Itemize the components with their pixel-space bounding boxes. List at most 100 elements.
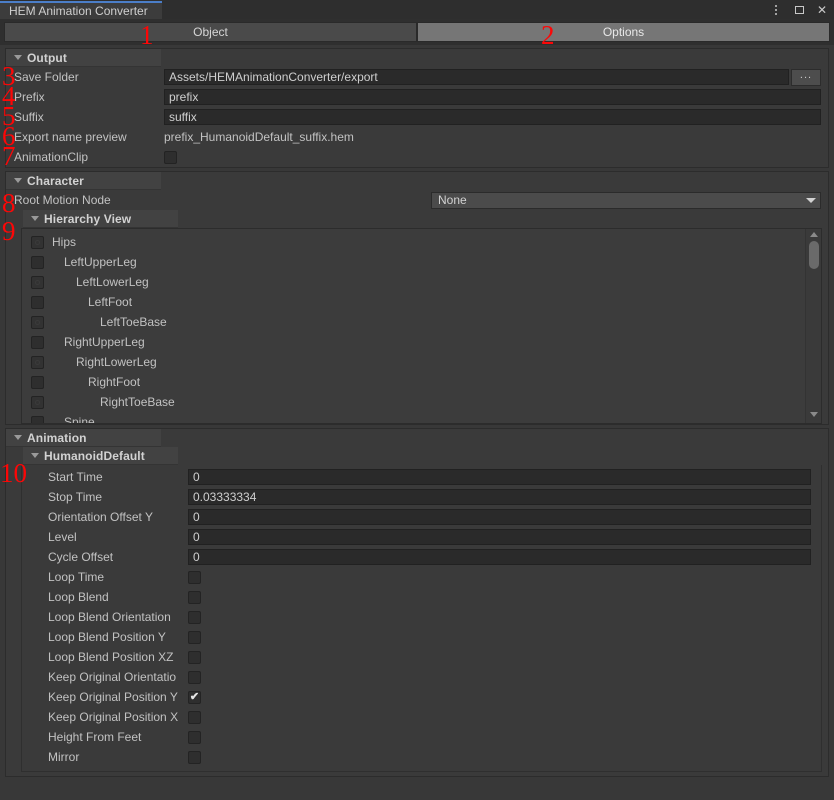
suffix-input[interactable]: suffix [164,109,821,125]
browse-folder-button[interactable]: ... [791,69,821,86]
root-motion-node-dropdown[interactable]: None [431,192,821,209]
scrollbar-thumb[interactable] [809,241,819,269]
hierarchy-view-header[interactable]: Hierarchy View [23,210,178,228]
animation-toggle-checkbox[interactable]: ✔ [188,691,201,704]
hierarchy-node-row[interactable]: LeftToeBase [22,312,805,332]
animation-number-fields: Start Time0Stop Time0.03333334Orientatio… [22,467,821,567]
maximize-icon[interactable] [792,3,806,17]
animationclip-checkbox[interactable] [164,151,177,164]
hierarchy-node-checkbox[interactable] [31,336,44,349]
tab-options-label: Options [603,25,644,39]
root-motion-node-value: None [438,193,467,207]
save-folder-label: Save Folder [14,70,164,84]
export-name-preview-row: Export name preview prefix_HumanoidDefau… [6,127,828,147]
animation-toggle-row: Loop Blend Position Y [22,627,821,647]
editor-window: HEM Animation Converter ✕ Object Options… [0,0,834,800]
animation-number-input[interactable]: 0 [188,509,811,525]
character-section: Character Root Motion Node None Hierarch… [5,171,829,425]
hierarchy-node-label: LeftToeBase [100,315,167,329]
animation-number-label: Start Time [48,470,188,484]
animation-number-row: Orientation Offset Y0 [22,507,821,527]
hierarchy-node-row[interactable]: RightFoot [22,372,805,392]
animation-toggle-checkbox[interactable] [188,731,201,744]
character-section-header[interactable]: Character [6,172,161,190]
hierarchy-node-label: RightUpperLeg [64,335,145,349]
animation-number-label: Orientation Offset Y [48,510,188,524]
hierarchy-node-checkbox[interactable] [31,236,44,249]
prefix-input[interactable]: prefix [164,89,821,105]
animation-toggle-label: Keep Original Position X [48,710,188,724]
animation-toggle-checkbox[interactable] [188,591,201,604]
animation-section: Animation HumanoidDefault Start Time0Sto… [5,428,829,777]
tab-options[interactable]: Options [417,22,830,42]
hierarchy-node-list: HipsLeftUpperLeg LeftLowerLeg LeftFoot Left… [22,229,805,423]
hierarchy-scrollbar[interactable] [805,229,821,423]
hierarchy-node-label: RightFoot [88,375,140,389]
root-motion-node-row: Root Motion Node None [6,190,828,210]
export-name-preview-label: Export name preview [14,130,164,144]
hierarchy-node-checkbox[interactable] [31,376,44,389]
hierarchy-node-row[interactable]: RightLowerLeg [22,352,805,372]
foldout-triangle-icon [14,55,22,60]
hierarchy-node-label: LeftLowerLeg [76,275,149,289]
hierarchy-node-label: Spine [64,415,95,424]
animation-number-label: Level [48,530,188,544]
output-section-header[interactable]: Output [6,49,161,67]
animation-toggle-label: Keep Original Position Y [48,690,188,704]
animation-number-input[interactable]: 0 [188,469,811,485]
animation-toggle-checkbox[interactable] [188,611,201,624]
animation-toggle-checkbox[interactable] [188,631,201,644]
hierarchy-node-row[interactable]: Hips [22,232,805,252]
hierarchy-node-row[interactable]: LeftUpperLeg [22,252,805,272]
hierarchy-node-row[interactable]: RightUpperLeg [22,332,805,352]
window-controls: ✕ [769,1,829,18]
animationclip-row: AnimationClip [6,147,828,167]
content-area: Output Save Folder Assets/HEMAnimationCo… [0,45,834,800]
hierarchy-node-checkbox[interactable] [31,396,44,409]
animation-section-header[interactable]: Animation [6,429,161,447]
animation-toggle-label: Mirror [48,750,188,764]
scroll-up-arrow-icon[interactable] [810,232,818,237]
hierarchy-node-label: RightToeBase [100,395,175,409]
hierarchy-node-checkbox[interactable] [31,356,44,369]
save-folder-row: Save Folder Assets/HEMAnimationConverter… [6,67,828,87]
animation-toggle-checkbox[interactable] [188,751,201,764]
hierarchy-node-row[interactable]: LeftFoot [22,292,805,312]
animation-toggle-label: Height From Feet [48,730,188,744]
animation-number-label: Stop Time [48,490,188,504]
animation-toggle-label: Loop Blend Orientation [48,610,188,624]
hierarchy-node-row[interactable]: Spine [22,412,805,424]
animation-number-row: Level0 [22,527,821,547]
hierarchy-node-checkbox[interactable] [31,416,44,425]
hierarchy-node-checkbox[interactable] [31,316,44,329]
hierarchy-node-checkbox[interactable] [31,276,44,289]
animation-number-input[interactable]: 0.03333334 [188,489,811,505]
hierarchy-node-checkbox[interactable] [31,296,44,309]
hierarchy-node-checkbox[interactable] [31,256,44,269]
save-folder-input[interactable]: Assets/HEMAnimationConverter/export [164,69,789,85]
humanoiddefault-clip-header[interactable]: HumanoidDefault [23,447,178,465]
animation-toggle-row: Loop Blend Orientation [22,607,821,627]
hierarchy-node-label: RightLowerLeg [76,355,157,369]
animation-toggle-checkbox[interactable] [188,571,201,584]
animation-toggle-row: Loop Blend Position XZ [22,647,821,667]
hierarchy-node-row[interactable]: LeftLowerLeg [22,272,805,292]
close-icon[interactable]: ✕ [815,3,829,17]
animation-toggle-row: Keep Original Orientatio [22,667,821,687]
tab-object[interactable]: Object [4,22,417,42]
animation-number-input[interactable]: 0 [188,549,811,565]
animation-number-input[interactable]: 0 [188,529,811,545]
hierarchy-node-row[interactable]: RightToeBase [22,392,805,412]
suffix-row: Suffix suffix [6,107,828,127]
animation-toggle-checkbox[interactable] [188,671,201,684]
window-tab-hem-animation-converter[interactable]: HEM Animation Converter [0,1,162,19]
animation-toggle-row: Mirror [22,747,821,767]
animation-number-row: Stop Time0.03333334 [22,487,821,507]
kebab-menu-icon[interactable] [769,3,783,17]
suffix-label: Suffix [14,110,164,124]
scroll-down-arrow-icon[interactable] [810,412,818,417]
root-motion-node-label: Root Motion Node [14,193,164,207]
animation-toggle-checkbox[interactable] [188,651,201,664]
animation-toggle-checkbox[interactable] [188,711,201,724]
chevron-down-icon [806,198,816,203]
